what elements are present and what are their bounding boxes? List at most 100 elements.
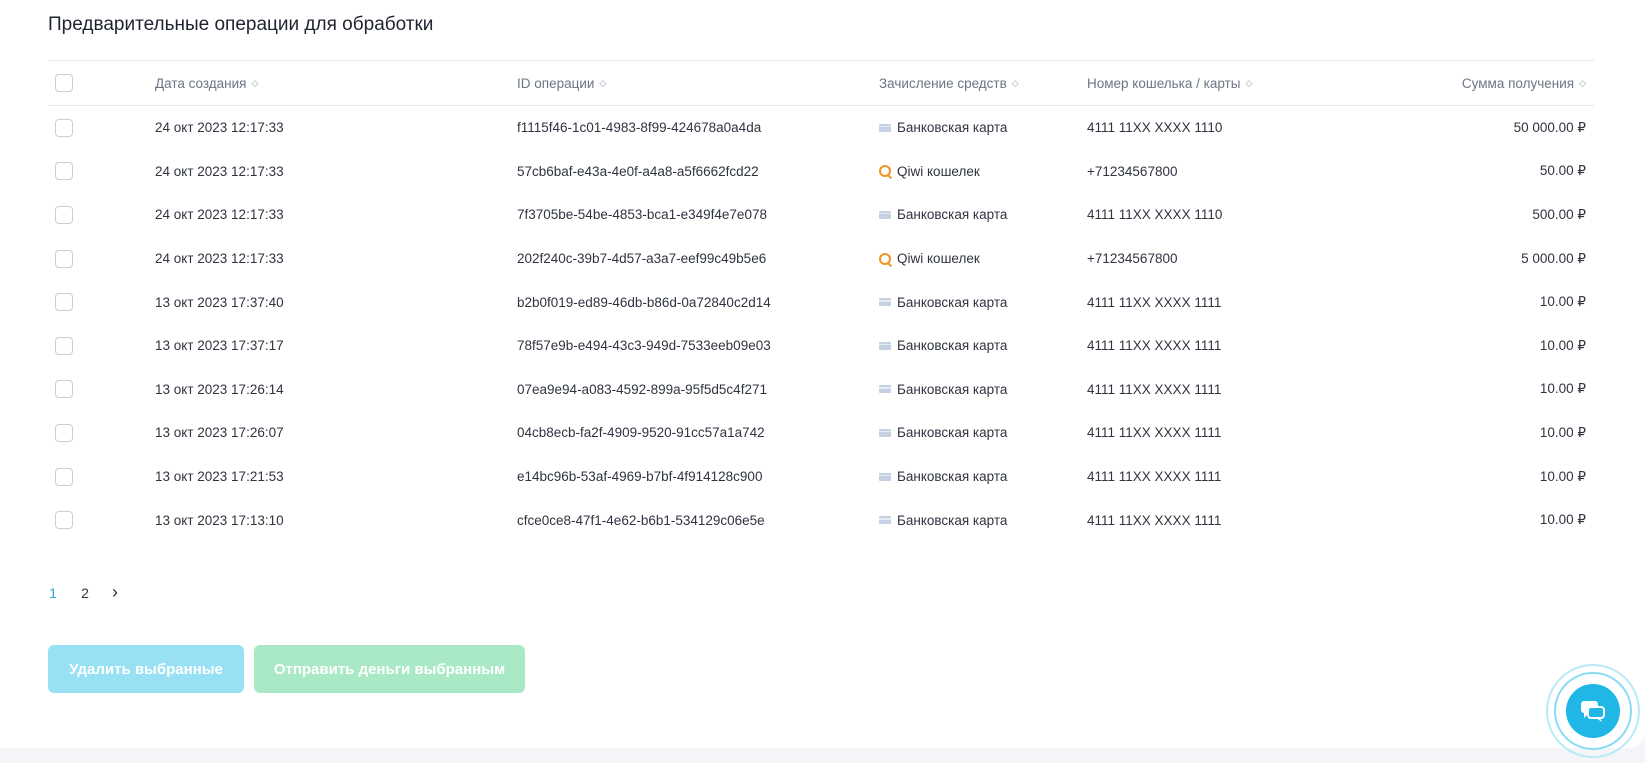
row-method: Банковская карта [879, 193, 1007, 237]
row-amount: 10.00 ₽ [1539, 468, 1586, 484]
table-row[interactable]: 13 окт 2023 17:37:40 b2b0f019-ed89-46db-b… [48, 280, 1594, 324]
row-amount: 50.00 ₽ [1539, 163, 1586, 179]
row-date: 24 окт 2023 12:17:33 [155, 120, 284, 136]
row-wallet: 4111 11XX XXXX 1110 [1087, 207, 1223, 223]
column-method-label: Зачисление средств [879, 75, 1007, 91]
column-id[interactable]: ID операции ◇ [517, 61, 606, 105]
row-checkbox[interactable] [55, 336, 73, 355]
row-method: Банковская карта [879, 280, 1007, 324]
row-wallet: 4111 11XX XXXX 1111 [1087, 469, 1222, 485]
row-method: Банковская карта [879, 106, 1007, 150]
row-method-label: Банковская карта [897, 381, 1008, 397]
row-amount: 50 000.00 ₽ [1513, 119, 1586, 135]
row-method-label: Банковская карта [897, 469, 1008, 485]
row-date: 13 окт 2023 17:21:53 [155, 469, 284, 485]
page-link-1[interactable]: 1 [48, 585, 58, 601]
row-operation-id: 78f57e9b-e494-43c3-949d-7533eeb09e03 [517, 338, 771, 354]
table-row[interactable]: 24 окт 2023 12:17:33 57cb6baf-e43a-4e0f-a… [48, 150, 1594, 194]
row-method: Банковская карта [879, 324, 1007, 368]
row-select-cell [55, 498, 73, 542]
row-checkbox[interactable] [55, 380, 73, 399]
row-select-cell [55, 150, 73, 194]
row-method: Банковская карта [879, 368, 1007, 412]
table-row[interactable]: 24 окт 2023 12:17:33 7f3705be-54be-4853-b… [48, 193, 1594, 237]
bank-card-icon [879, 428, 891, 437]
row-operation-id: b2b0f019-ed89-46db-b86d-0a72840c2d14 [517, 294, 771, 310]
row-wallet: 4111 11XX XXXX 1111 [1087, 512, 1222, 528]
row-date: 13 окт 2023 17:26:14 [155, 381, 284, 397]
select-all-checkbox[interactable] [55, 74, 73, 92]
row-select-cell [55, 411, 73, 455]
row-amount: 500.00 ₽ [1532, 206, 1586, 222]
row-checkbox[interactable] [55, 467, 73, 486]
table-row[interactable]: 24 окт 2023 12:17:33 f1115f46-1c01-4983-8… [48, 106, 1594, 150]
bank-card-icon [879, 472, 891, 481]
table-row[interactable]: 24 окт 2023 12:17:33 202f240c-39b7-4d57-a… [48, 237, 1594, 281]
row-wallet: 4111 11XX XXXX 1111 [1087, 338, 1222, 354]
row-amount: 10.00 ₽ [1539, 337, 1586, 353]
row-operation-id: 57cb6baf-e43a-4e0f-a4a8-a5f6662fcd22 [517, 163, 759, 179]
row-checkbox[interactable] [55, 249, 73, 268]
row-select-cell [55, 106, 73, 150]
main-card: Предварительные операции для обработки Д… [0, 0, 1645, 748]
row-select-cell [55, 193, 73, 237]
bank-card-icon [879, 385, 891, 394]
table-row[interactable]: 13 окт 2023 17:26:07 04cb8ecb-fa2f-4909-9… [48, 411, 1594, 455]
table-row[interactable]: 13 окт 2023 17:37:17 78f57e9b-e494-43c3-9… [48, 324, 1594, 368]
row-operation-id: 7f3705be-54be-4853-bca1-e349f4e7e078 [517, 207, 767, 223]
table-header: Дата создания ◇ ID операции ◇ Зачисление… [48, 61, 1594, 106]
row-select-cell [55, 280, 73, 324]
row-date: 24 окт 2023 12:17:33 [155, 251, 284, 267]
column-id-label: ID операции [517, 75, 595, 91]
sort-icon[interactable]: ◇ [599, 78, 606, 88]
row-method-label: Qiwi кошелек [897, 251, 980, 267]
column-method[interactable]: Зачисление средств ◇ [879, 61, 1019, 105]
row-method-label: Банковская карта [897, 294, 1008, 310]
row-date: 13 окт 2023 17:26:07 [155, 425, 284, 441]
next-page-icon[interactable]: › [112, 582, 118, 603]
row-wallet: +71234567800 [1087, 251, 1178, 267]
row-wallet: 4111 11XX XXXX 1110 [1087, 120, 1223, 136]
row-operation-id: f1115f46-1c01-4983-8f99-424678a0a4da [517, 120, 762, 136]
qiwi-icon [879, 252, 891, 265]
qiwi-icon [879, 165, 891, 178]
row-method-label: Банковская карта [897, 120, 1008, 136]
select-all-cell [55, 61, 73, 105]
sort-icon[interactable]: ◇ [252, 78, 259, 88]
row-checkbox[interactable] [55, 293, 73, 312]
column-date-label: Дата создания [155, 75, 247, 91]
column-date[interactable]: Дата создания ◇ [155, 61, 258, 105]
delete-selected-button[interactable]: Удалить выбранные [48, 645, 244, 693]
column-amount[interactable]: Сумма получения ◇ [1462, 61, 1586, 105]
table-row[interactable]: 13 окт 2023 17:26:14 07ea9e94-a083-4592-8… [48, 368, 1594, 412]
column-wallet[interactable]: Номер кошелька / карты ◇ [1087, 61, 1252, 105]
row-checkbox[interactable] [55, 423, 73, 442]
row-checkbox[interactable] [55, 205, 73, 224]
row-checkbox[interactable] [55, 118, 73, 137]
send-money-selected-button[interactable]: Отправить деньги выбранным [254, 645, 525, 693]
row-method-label: Банковская карта [897, 207, 1008, 223]
row-date: 13 окт 2023 17:37:40 [155, 294, 284, 310]
bank-card-icon [879, 210, 891, 219]
chat-button-core[interactable] [1566, 684, 1620, 738]
sort-icon[interactable]: ◇ [1579, 78, 1586, 88]
sort-icon[interactable]: ◇ [1012, 78, 1019, 88]
row-select-cell [55, 368, 73, 412]
table-row[interactable]: 13 окт 2023 17:21:53 e14bc96b-53af-4969-b… [48, 455, 1594, 499]
row-wallet: 4111 11XX XXXX 1111 [1087, 425, 1222, 441]
row-method: Qiwi кошелек [879, 237, 980, 281]
row-operation-id: cfce0ce8-47f1-4e62-b6b1-534129c06e5e [517, 512, 765, 528]
sort-icon[interactable]: ◇ [1245, 78, 1252, 88]
row-method-label: Банковская карта [897, 512, 1008, 528]
row-operation-id: e14bc96b-53af-4969-b7bf-4f914128c900 [517, 469, 763, 485]
page-link-2[interactable]: 2 [80, 585, 90, 601]
row-wallet: 4111 11XX XXXX 1111 [1087, 294, 1222, 310]
bank-card-icon [879, 298, 891, 307]
row-amount: 10.00 ₽ [1539, 381, 1586, 397]
table-row[interactable]: 13 окт 2023 17:13:10 cfce0ce8-47f1-4e62-b… [48, 498, 1594, 542]
row-checkbox[interactable] [55, 162, 73, 181]
row-method-label: Банковская карта [897, 425, 1008, 441]
row-checkbox[interactable] [55, 511, 73, 530]
row-method-label: Qiwi кошелек [897, 163, 980, 179]
chat-button[interactable] [1546, 664, 1640, 758]
